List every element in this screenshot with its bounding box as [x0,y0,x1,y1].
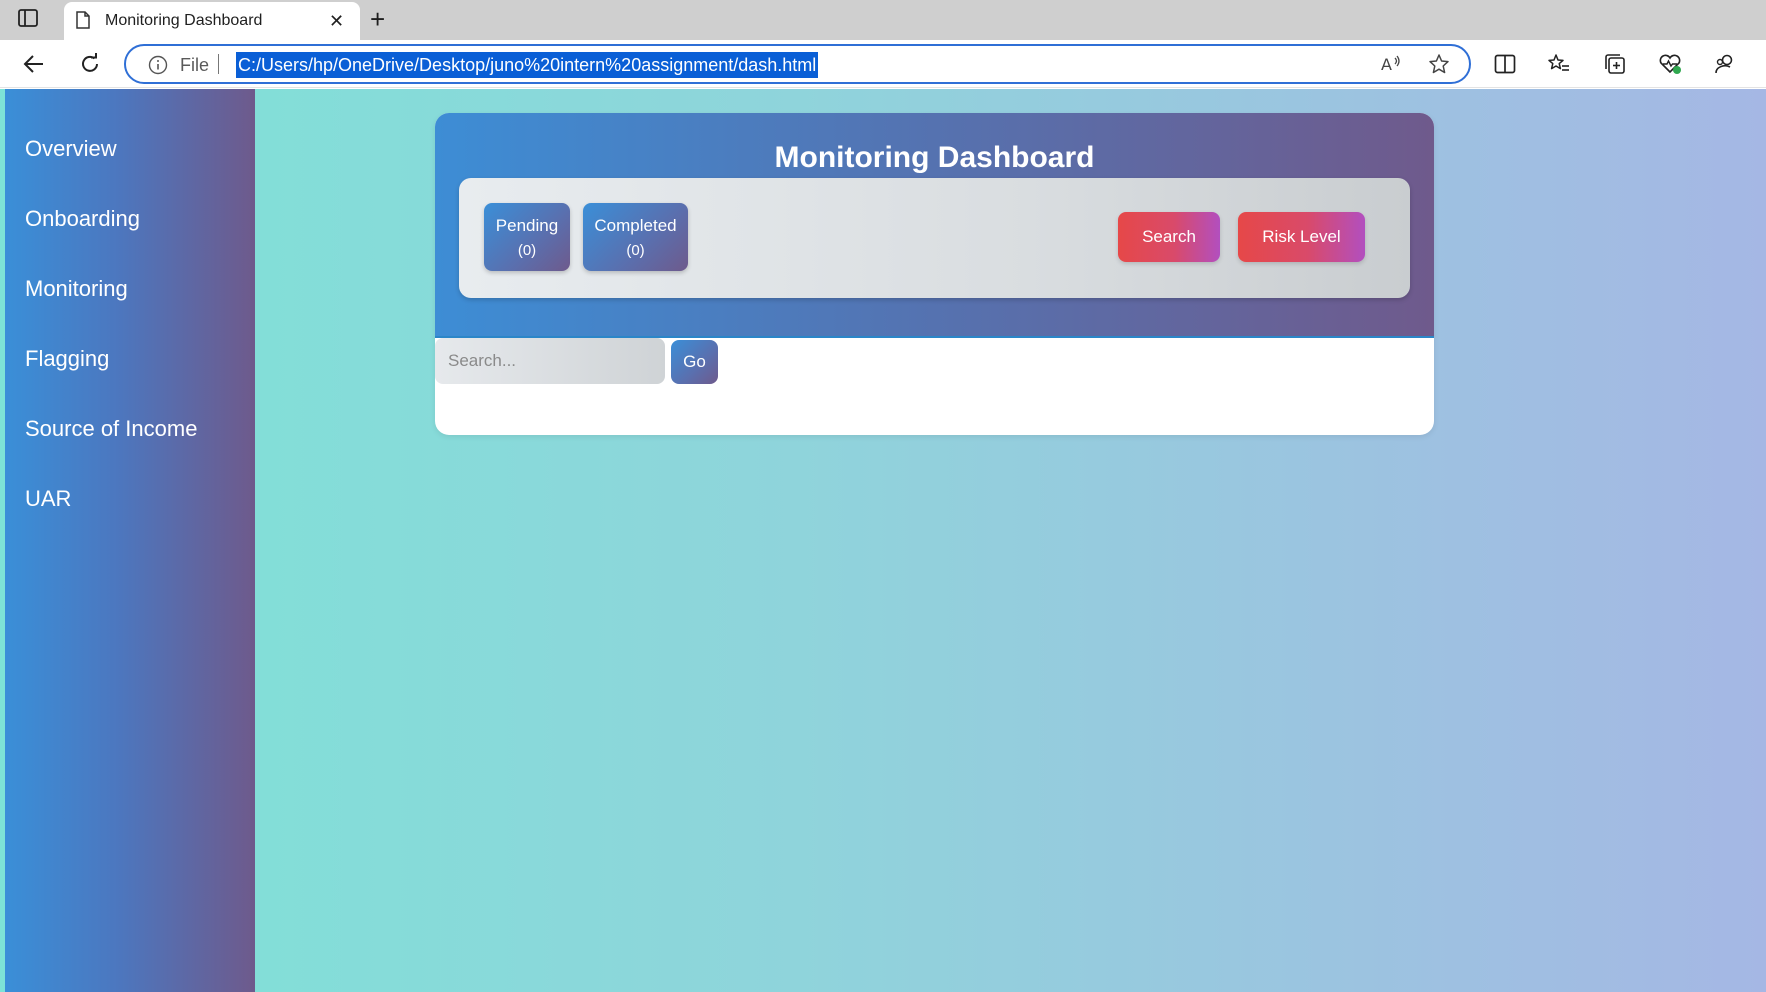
read-aloud-icon[interactable]: A [1380,53,1402,80]
sidebar-item-uar[interactable]: UAR [25,486,71,512]
favorites-icon[interactable] [1547,52,1571,76]
dashboard-card: Monitoring Dashboard Pending (0) Complet… [435,113,1434,435]
info-icon[interactable] [148,55,168,80]
sidebar: Overview Onboarding Monitoring Flagging … [5,89,255,992]
tab-title: Monitoring Dashboard [105,12,263,29]
pending-label: Pending [495,215,559,235]
completed-label: Completed [594,215,677,235]
page-title: Monitoring Dashboard [774,141,1095,174]
sidebar-item-monitoring[interactable]: Monitoring [25,276,128,302]
search-button[interactable]: Search [1118,212,1220,262]
browser-essentials-icon[interactable] [1658,52,1682,76]
url-text[interactable]: C:/Users/hp/OneDrive/Desktop/juno%20inte… [236,52,819,78]
svg-text:A: A [1381,55,1392,74]
completed-count: (0) [626,241,645,259]
pending-button[interactable]: Pending (0) [484,203,570,271]
new-tab-icon[interactable]: + [370,6,385,32]
pending-count: (0) [517,241,537,259]
back-icon[interactable] [22,52,46,76]
address-prefix: File [180,55,210,75]
copilot-icon[interactable] [1713,52,1737,76]
sidebar-item-source-of-income[interactable]: Source of Income [25,416,197,442]
tab-close-icon[interactable]: ✕ [329,12,344,30]
status-panel: Pending (0) Completed (0) Search Risk Le… [459,178,1410,298]
browser-toolbar: File C:/Users/hp/OneDrive/Desktop/juno%2… [0,40,1766,88]
search-input[interactable] [435,338,665,384]
go-button[interactable]: Go [671,340,718,384]
collections-icon[interactable] [1603,52,1627,76]
page-viewport: Overview Onboarding Monitoring Flagging … [0,89,1766,992]
page-icon [76,11,90,34]
dashboard-header: Monitoring Dashboard Pending (0) Complet… [435,113,1434,338]
reload-icon[interactable] [78,52,102,76]
split-screen-icon[interactable] [1493,52,1517,76]
tab-actions-icon[interactable] [18,9,42,31]
browser-tab[interactable]: Monitoring Dashboard ✕ [64,2,360,40]
browser-tab-strip: Monitoring Dashboard ✕ + [0,0,1766,40]
sidebar-item-flagging[interactable]: Flagging [25,346,109,372]
completed-button[interactable]: Completed (0) [583,203,688,271]
sidebar-item-onboarding[interactable]: Onboarding [25,206,140,232]
favorite-star-icon[interactable] [1428,53,1450,80]
risk-level-button[interactable]: Risk Level [1238,212,1365,262]
address-separator [218,54,219,74]
sidebar-item-overview[interactable]: Overview [25,136,117,162]
address-bar[interactable]: File C:/Users/hp/OneDrive/Desktop/juno%2… [124,44,1471,84]
